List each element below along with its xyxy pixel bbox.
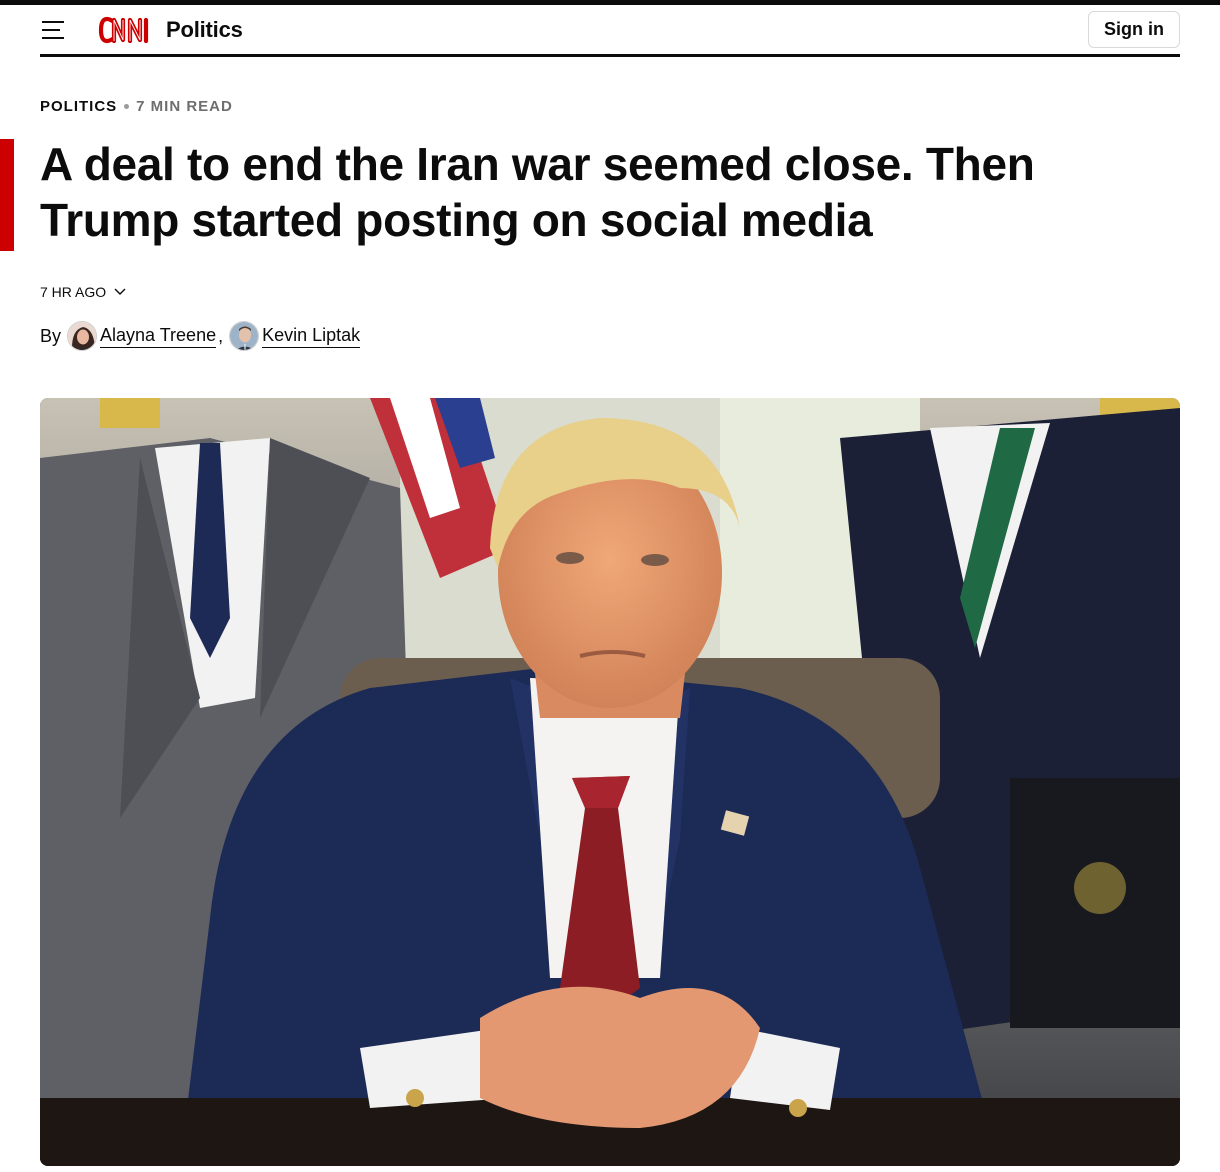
section-link[interactable]: POLITICS [40, 98, 117, 115]
separator-dot [124, 104, 130, 109]
timestamp: 7 HR AGO [40, 284, 107, 300]
author-link[interactable]: Alayna Treene [100, 325, 217, 348]
byline-prefix: By [40, 325, 62, 346]
headline-accent-bar [0, 139, 14, 251]
brand-link[interactable]: Politics [98, 16, 243, 44]
timestamp-toggle[interactable]: 7 HR AGO [40, 284, 126, 300]
byline: By Alayna Treene , Kevin Liptak [40, 320, 361, 352]
site-header: Politics Sign in [40, 5, 1180, 57]
read-time: 7 MIN READ [136, 98, 233, 115]
section-name[interactable]: Politics [166, 17, 243, 43]
hamburger-menu-icon[interactable] [40, 18, 68, 42]
author-separator: , [218, 325, 224, 346]
chevron-down-icon [114, 288, 126, 295]
author-avatar [229, 321, 260, 351]
sign-in-button[interactable]: Sign in [1088, 11, 1180, 48]
hero-image [40, 398, 1180, 1166]
cnn-logo [98, 16, 156, 44]
author-avatar [67, 321, 98, 351]
headline: A deal to end the Iran war seemed close.… [40, 138, 1035, 246]
article-kicker: POLITICS 7 MIN READ [40, 98, 233, 115]
author-link[interactable]: Kevin Liptak [262, 325, 361, 348]
